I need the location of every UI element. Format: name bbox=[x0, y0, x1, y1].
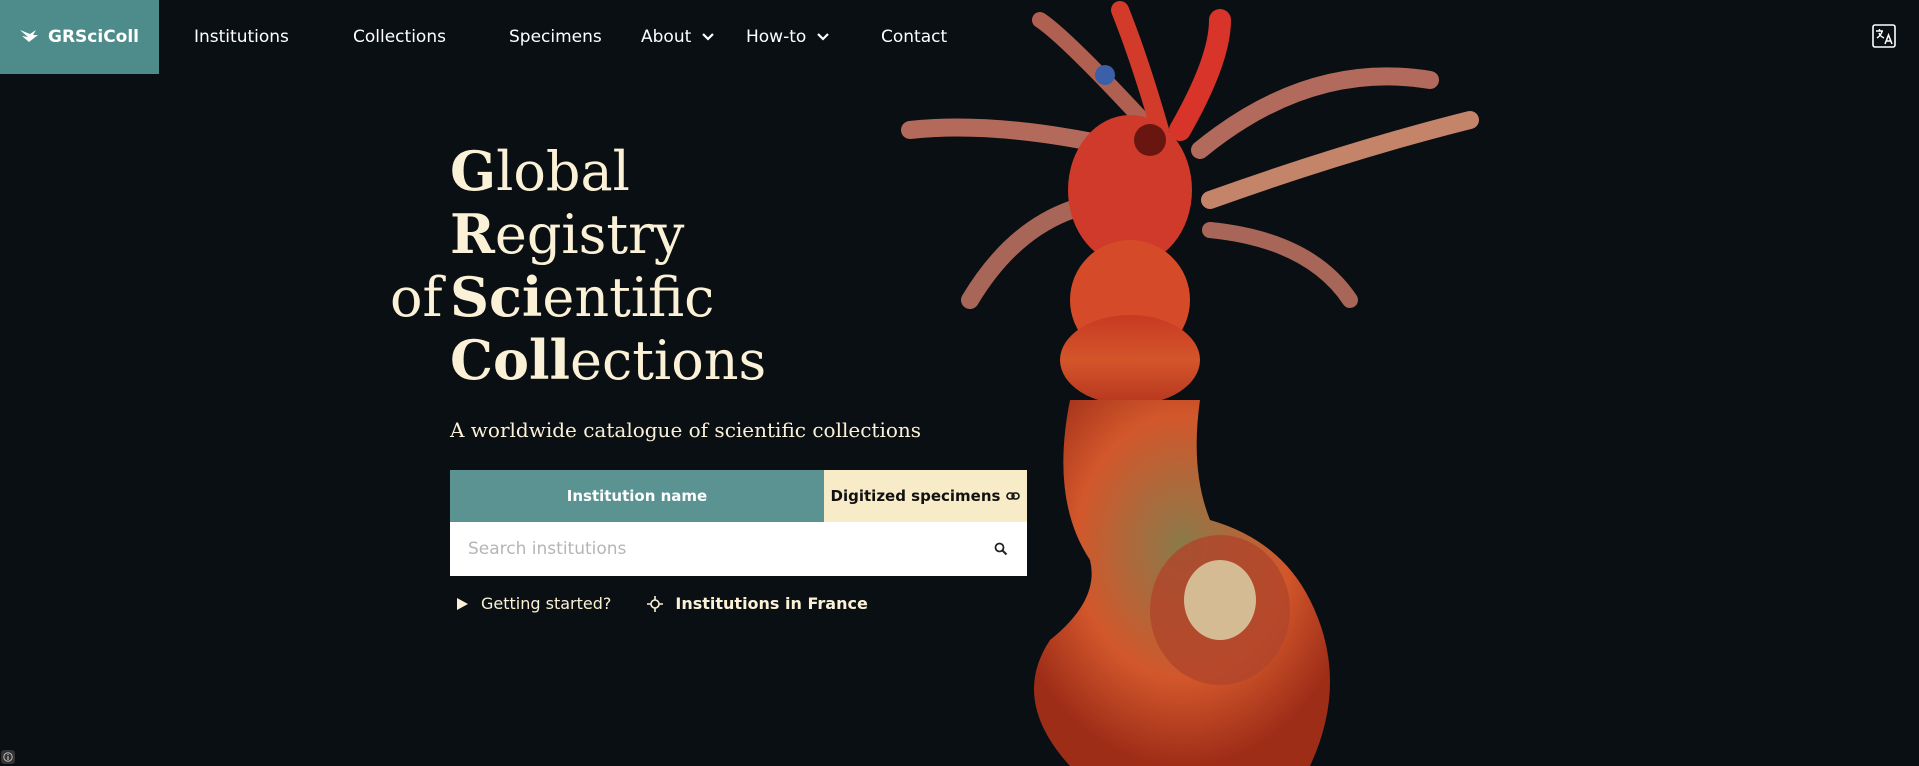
translate-icon[interactable] bbox=[1872, 24, 1896, 52]
title-prefix: of bbox=[390, 266, 443, 329]
title-prefix bbox=[390, 203, 450, 266]
title-line: Global bbox=[390, 139, 766, 204]
tab-institution-name[interactable]: Institution name bbox=[450, 470, 824, 522]
crosshair-icon bbox=[647, 595, 664, 612]
nav-institutions-label: Institutions bbox=[194, 27, 289, 47]
play-icon bbox=[457, 597, 468, 610]
search-input[interactable] bbox=[450, 521, 975, 577]
title-rest-part: ections bbox=[570, 329, 767, 392]
getting-started-label: Getting started? bbox=[481, 594, 612, 613]
tab-specimens-label: Digitized specimens bbox=[830, 487, 1001, 505]
title-line: Registry bbox=[390, 202, 766, 267]
hero-specimen-image bbox=[901, 1, 1479, 766]
hero-title: Global Registry of Sci entific Coll ection… bbox=[390, 139, 767, 393]
title-rest-part: entific bbox=[542, 266, 715, 329]
title-prefix bbox=[390, 329, 450, 392]
brand-home-link[interactable]: GRSciColl bbox=[0, 0, 159, 74]
getting-started-link[interactable]: Getting started? bbox=[455, 594, 611, 613]
title-line: Coll ections bbox=[390, 328, 767, 393]
tab-institution-label: Institution name bbox=[566, 487, 708, 505]
title-rest-part: lobal bbox=[496, 140, 630, 203]
nav-about[interactable]: About bbox=[641, 0, 715, 74]
title-rest-part: egistry bbox=[494, 203, 685, 266]
nav-collections-label: Collections bbox=[353, 27, 446, 47]
title-line: of Sci entific bbox=[390, 265, 766, 330]
title-bold-part: Coll bbox=[450, 328, 571, 392]
title-prefix bbox=[390, 140, 450, 203]
link-icon bbox=[1006, 492, 1021, 500]
hero-subtitle: A worldwide catalogue of scientific coll… bbox=[450, 418, 922, 442]
title-bold-part: G bbox=[450, 139, 497, 203]
institutions-in-country-label: Institutions in France bbox=[675, 594, 868, 613]
title-bold-part: R bbox=[450, 202, 495, 266]
chevron-down-icon bbox=[701, 32, 715, 42]
info-icon[interactable] bbox=[1, 750, 15, 764]
search-icon bbox=[994, 542, 1008, 556]
institutions-in-country-link[interactable]: Institutions in France bbox=[647, 594, 868, 613]
nav-collections[interactable]: Collections bbox=[353, 0, 446, 74]
search-bar bbox=[450, 521, 1027, 577]
brand-label: GRSciColl bbox=[48, 27, 140, 47]
title-bold-part: Sci bbox=[450, 265, 543, 329]
quick-links: Getting started? Institutions in France bbox=[455, 594, 868, 613]
search-button[interactable] bbox=[975, 522, 1027, 576]
search-tabs: Institution name Digitized specimens bbox=[450, 470, 1027, 522]
nav-institutions[interactable]: Institutions bbox=[194, 0, 289, 74]
tab-digitized-specimens[interactable]: Digitized specimens bbox=[824, 470, 1027, 522]
nav-specimens-label: Specimens bbox=[509, 27, 602, 47]
nav-about-label: About bbox=[641, 27, 692, 47]
nav-specimens[interactable]: Specimens bbox=[509, 0, 602, 74]
bird-logo-icon bbox=[20, 30, 38, 42]
